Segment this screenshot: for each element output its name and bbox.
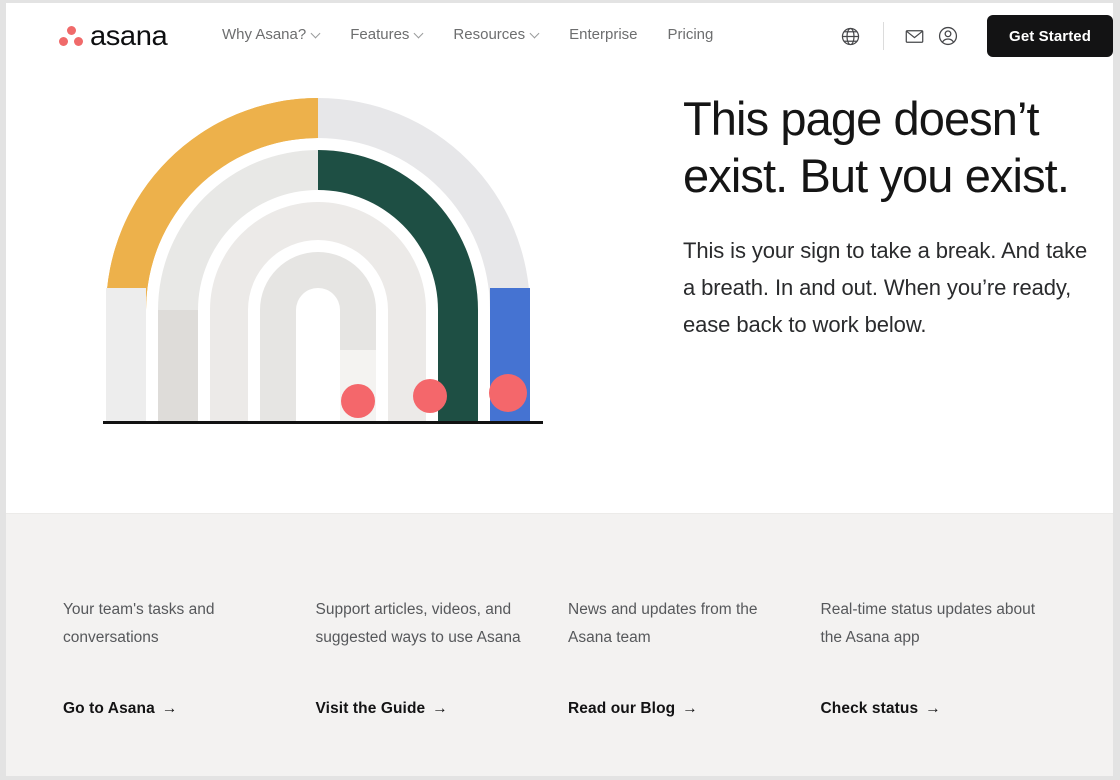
footer-link-label: Visit the Guide xyxy=(315,700,426,717)
arrow-right-icon: → xyxy=(682,700,698,717)
footer-card-read-our-blog: News and updates from the Asana team Rea… xyxy=(568,596,821,718)
chevron-down-icon xyxy=(531,30,539,38)
envelope-icon[interactable] xyxy=(897,19,931,53)
arrow-right-icon: → xyxy=(161,700,178,717)
nav-label: Resources xyxy=(453,26,526,43)
header-actions: Get Started xyxy=(833,15,1113,57)
footer-link-label: Go to Asana xyxy=(63,700,155,717)
browser-window: asana Why Asana? Features Resources Ente… xyxy=(0,0,1120,780)
page-title: This page doesn’t exist. But you exist. xyxy=(683,90,1103,204)
footer-link-check-status[interactable]: Check status → xyxy=(821,700,941,718)
coral-dot xyxy=(489,374,527,412)
footer-card-description: News and updates from the Asana team xyxy=(568,601,758,646)
get-started-button[interactable]: Get Started xyxy=(987,15,1113,57)
page-title-line-1: This page doesn’t xyxy=(683,92,1040,145)
main-navigation: Why Asana? Features Resources Enterprise… xyxy=(222,25,729,45)
footer-link-read-our-blog[interactable]: Read our Blog → xyxy=(568,700,698,718)
hero-subtitle: This is your sign to take a break. And t… xyxy=(683,238,1088,337)
arrow-right-icon: → xyxy=(925,700,941,717)
footer-card-description: Support articles, videos, and suggested … xyxy=(315,601,521,646)
footer-link-visit-the-guide[interactable]: Visit the Guide → xyxy=(316,700,448,718)
nav-item-enterprise[interactable]: Enterprise xyxy=(569,25,653,45)
footer-card-check-status: Real-time status updates about the Asana… xyxy=(821,596,1074,718)
arch-outer-left-leg-gray xyxy=(106,288,146,423)
chevron-down-icon xyxy=(415,30,423,38)
nav-label: Features xyxy=(350,26,410,43)
nav-label: Why Asana? xyxy=(222,26,307,43)
footer-link-label: Read our Blog xyxy=(568,700,676,717)
ground-line xyxy=(103,421,543,424)
concentric-arches-illustration xyxy=(96,88,556,448)
asana-logo-dots-icon xyxy=(59,25,83,47)
footer-columns: Your team's tasks and conversations Go t… xyxy=(63,596,1073,718)
page-viewport: asana Why Asana? Features Resources Ente… xyxy=(6,3,1113,776)
page-title-line-2: exist. But you exist. xyxy=(683,149,1070,202)
nav-label: Pricing xyxy=(667,26,714,43)
footer-card-visit-the-guide: Support articles, videos, and suggested … xyxy=(316,596,569,718)
footer-link-go-to-asana[interactable]: Go to Asana → xyxy=(63,700,177,718)
site-header: asana Why Asana? Features Resources Ente… xyxy=(6,3,1113,68)
nav-item-features[interactable]: Features xyxy=(350,25,439,45)
footer-link-label: Check status xyxy=(820,700,919,717)
footer-card-description: Real-time status updates about the Asana… xyxy=(820,601,1036,646)
nav-item-why-asana[interactable]: Why Asana? xyxy=(222,25,336,45)
footer-section: Your team's tasks and conversations Go t… xyxy=(6,513,1113,776)
hero-section: This page doesn’t exist. But you exist. … xyxy=(6,68,1113,513)
globe-icon[interactable] xyxy=(833,19,867,53)
chevron-down-icon xyxy=(312,30,320,38)
nav-item-pricing[interactable]: Pricing xyxy=(668,25,730,45)
arrow-right-icon: → xyxy=(432,700,448,717)
hero-copy: This page doesn’t exist. But you exist. … xyxy=(683,90,1103,343)
arch-second-left-leg xyxy=(158,310,198,423)
arch-third-gray xyxy=(210,202,426,423)
nav-item-resources[interactable]: Resources xyxy=(453,25,555,45)
asana-logo[interactable]: asana xyxy=(59,20,168,51)
header-divider xyxy=(883,22,885,50)
coral-dot xyxy=(341,384,375,418)
coral-dot xyxy=(413,379,447,413)
nav-label: Enterprise xyxy=(569,26,638,43)
footer-card-description: Your team's tasks and conversations xyxy=(63,601,215,646)
footer-card-go-to-asana: Your team's tasks and conversations Go t… xyxy=(63,596,316,718)
asana-logo-wordmark: asana xyxy=(90,20,168,51)
user-icon[interactable] xyxy=(931,19,965,53)
